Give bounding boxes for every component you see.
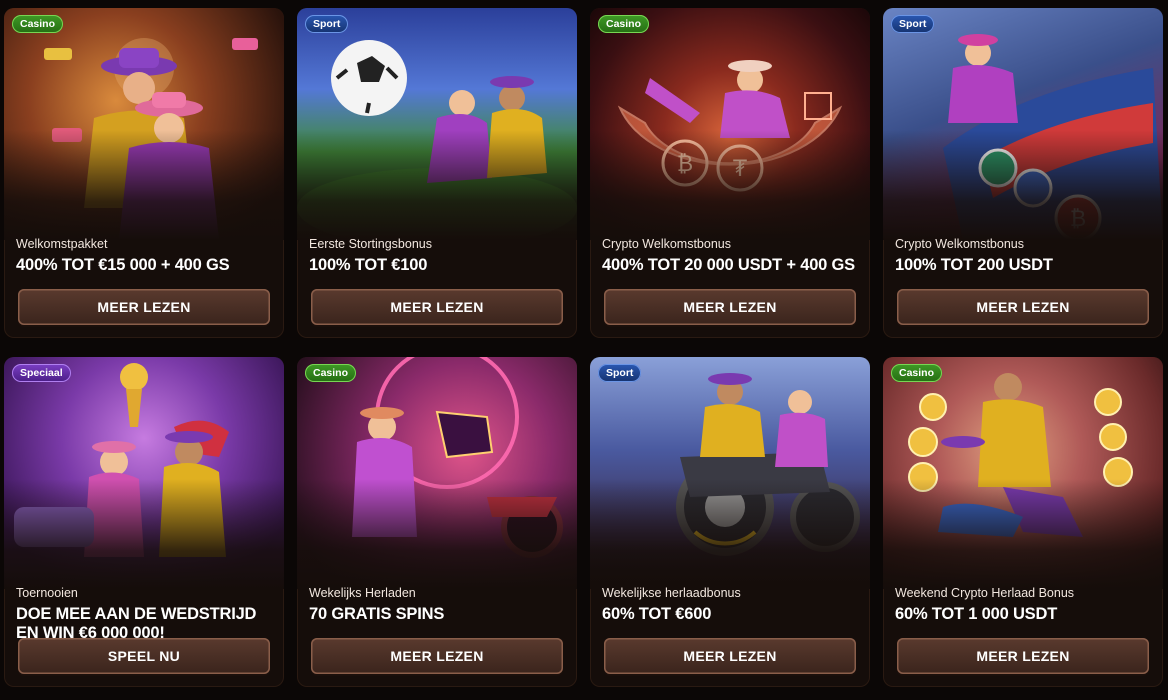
crypto-wheel-illustration: ₿ ₮ xyxy=(617,60,843,192)
promo-card-sport-weekly-reload[interactable]: Sport Wekelijkse herlaadbonus 60% TOT €6… xyxy=(590,357,870,687)
promo-card-casino-crypto-welcome[interactable]: ₿ ₮ Casino Crypto Welkomstbonus 400% TOT… xyxy=(590,8,870,338)
neon-cowgirl-illustration xyxy=(352,357,563,558)
promo-title: 400% TOT €15 000 + 400 GS xyxy=(16,256,230,274)
category-badge: Casino xyxy=(598,15,650,33)
crypto-race-car-illustration: ₿ xyxy=(943,34,1163,242)
svg-text:₿: ₿ xyxy=(677,152,693,177)
promotions-grid: Casino Welkomstpakket 400% TOT €15 000 +… xyxy=(0,0,1168,700)
crypto-coins-cowboy-illustration xyxy=(908,373,1133,537)
read-more-button[interactable]: MEER LEZEN xyxy=(311,638,563,674)
promo-image xyxy=(883,357,1163,589)
promo-image xyxy=(297,357,577,589)
read-more-button[interactable]: MEER LEZEN xyxy=(604,638,856,674)
svg-text:₮: ₮ xyxy=(733,157,747,182)
category-badge: Sport xyxy=(598,364,642,382)
promo-subtitle: Wekelijkse herlaadbonus xyxy=(602,586,741,600)
category-badge: Speciaal xyxy=(12,364,71,382)
promo-subtitle: Welkomstpakket xyxy=(16,237,108,251)
promo-title: 60% TOT 1 000 USDT xyxy=(895,605,1058,623)
promo-image: ₿ ₮ xyxy=(590,8,870,240)
read-more-button[interactable]: MEER LEZEN xyxy=(897,638,1149,674)
svg-text:₿: ₿ xyxy=(1070,207,1086,232)
category-badge: Casino xyxy=(305,364,357,382)
promo-card-casino-weekend-crypto-reload[interactable]: Casino Weekend Crypto Herlaad Bonus 60% … xyxy=(883,357,1163,687)
promo-title: 60% TOT €600 xyxy=(602,605,712,623)
promo-title: 70 GRATIS SPINS xyxy=(309,605,445,623)
promo-card-casino-welcome-package[interactable]: Casino Welkomstpakket 400% TOT €15 000 +… xyxy=(4,8,284,338)
promo-card-casino-weekly-reload[interactable]: Casino Wekelijks Herladen 70 GRATIS SPIN… xyxy=(297,357,577,687)
read-more-button[interactable]: MEER LEZEN xyxy=(311,289,563,325)
promo-image xyxy=(590,357,870,589)
category-badge: Sport xyxy=(891,15,935,33)
promo-title: 400% TOT 20 000 USDT + 400 GS xyxy=(602,256,855,274)
read-more-button[interactable]: MEER LEZEN xyxy=(897,289,1149,325)
promo-image xyxy=(4,8,284,240)
promo-subtitle: Wekelijks Herladen xyxy=(309,586,416,600)
promo-card-sport-first-deposit[interactable]: Sport Eerste Stortingsbonus 100% TOT €10… xyxy=(297,8,577,338)
category-badge: Casino xyxy=(12,15,64,33)
promo-subtitle: Toernooien xyxy=(16,586,78,600)
promo-title: 100% TOT 200 USDT xyxy=(895,256,1053,274)
atv-riders-illustration xyxy=(676,373,860,556)
read-more-button[interactable]: MEER LEZEN xyxy=(18,289,270,325)
trophy-winners-illustration xyxy=(14,363,229,557)
promo-title: 100% TOT €100 xyxy=(309,256,428,274)
play-now-button[interactable]: SPEEL NU xyxy=(18,638,270,674)
promo-card-special-tournaments[interactable]: Speciaal Toernooien DOE MEE AAN DE WEDST… xyxy=(4,357,284,687)
promo-image: ₿ xyxy=(883,8,1163,242)
promo-subtitle: Eerste Stortingsbonus xyxy=(309,237,432,251)
promo-subtitle: Weekend Crypto Herlaad Bonus xyxy=(895,586,1075,600)
promo-subtitle: Crypto Welkomstbonus xyxy=(602,237,731,251)
cowboy-duo-illustration xyxy=(44,38,258,240)
category-badge: Sport xyxy=(305,15,349,33)
football-players-illustration xyxy=(297,40,577,248)
promo-image xyxy=(297,8,577,248)
read-more-button[interactable]: MEER LEZEN xyxy=(604,289,856,325)
promo-subtitle: Crypto Welkomstbonus xyxy=(895,237,1024,251)
promo-card-sport-crypto-welcome[interactable]: ₿ Sport Crypto Welkomstbonus 100% TOT 20… xyxy=(883,8,1163,338)
promo-image xyxy=(4,357,284,589)
category-badge: Casino xyxy=(891,364,943,382)
